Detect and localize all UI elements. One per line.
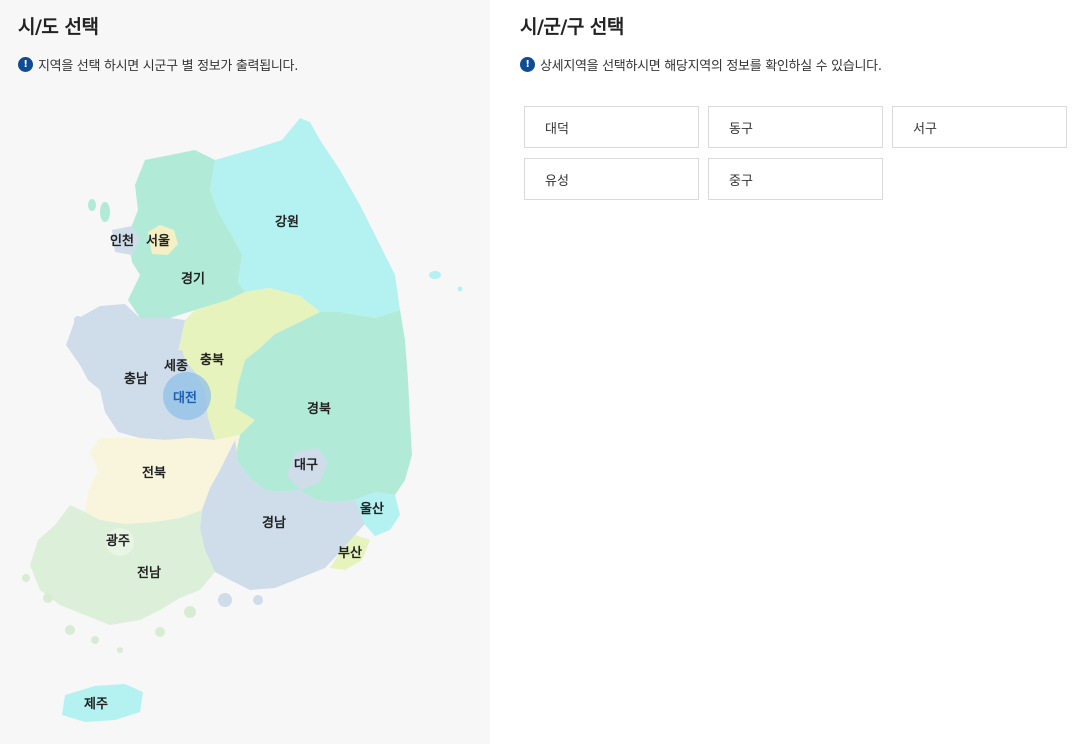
- district-panel: 시/군/구 선택 ! 상세지역을 선택하시면 해당지역의 정보를 확인하실 수 …: [490, 0, 1088, 744]
- label-gyeongnam[interactable]: 경남: [262, 515, 286, 531]
- district-notice: ! 상세지역을 선택하시면 해당지역의 정보를 확인하실 수 있습니다.: [520, 55, 882, 74]
- label-daejeon[interactable]: 대전: [173, 390, 197, 406]
- label-jeonnam[interactable]: 전남: [137, 565, 161, 581]
- label-incheon[interactable]: 인천: [110, 233, 134, 249]
- province-panel: 시/도 선택 ! 지역을 선택 하시면 시군구 별 정보가 출력됩니다. 인천 …: [0, 0, 490, 744]
- district-button[interactable]: 중구: [708, 158, 883, 200]
- info-icon: !: [520, 57, 535, 72]
- label-gyeonggi[interactable]: 경기: [181, 271, 205, 287]
- district-button[interactable]: 대덕: [524, 106, 699, 148]
- label-chungbuk[interactable]: 충북: [200, 352, 224, 368]
- label-sejong[interactable]: 세종: [164, 359, 188, 374]
- district-button[interactable]: 서구: [892, 106, 1067, 148]
- label-gangwon[interactable]: 강원: [275, 214, 299, 230]
- province-notice: ! 지역을 선택 하시면 시군구 별 정보가 출력됩니다.: [18, 55, 298, 74]
- province-panel-title: 시/도 선택: [18, 16, 99, 38]
- district-panel-title: 시/군/구 선택: [520, 16, 624, 38]
- label-gyeongbuk[interactable]: 경북: [307, 401, 331, 417]
- district-grid: 대덕 동구 서구 유성 중구: [524, 106, 1069, 200]
- label-daegu[interactable]: 대구: [294, 458, 318, 473]
- province-notice-text: 지역을 선택 하시면 시군구 별 정보가 출력됩니다.: [38, 59, 299, 74]
- korea-map: 인천 서울 경기 강원 세종 충북 충남 대전 경북 대구 전북 울산 경남 광…: [22, 118, 463, 722]
- district-notice-text: 상세지역을 선택하시면 해당지역의 정보를 확인하실 수 있습니다.: [540, 59, 882, 74]
- info-icon: !: [18, 57, 33, 72]
- label-busan[interactable]: 부산: [338, 545, 362, 561]
- label-seoul[interactable]: 서울: [146, 233, 170, 249]
- district-button[interactable]: 동구: [708, 106, 883, 148]
- label-chungnam[interactable]: 충남: [124, 371, 148, 387]
- label-jeonbuk[interactable]: 전북: [142, 465, 166, 481]
- label-gwangju[interactable]: 광주: [106, 534, 130, 549]
- label-ulsan[interactable]: 울산: [360, 501, 384, 517]
- label-jeju[interactable]: 제주: [84, 697, 108, 712]
- district-button[interactable]: 유성: [524, 158, 699, 200]
